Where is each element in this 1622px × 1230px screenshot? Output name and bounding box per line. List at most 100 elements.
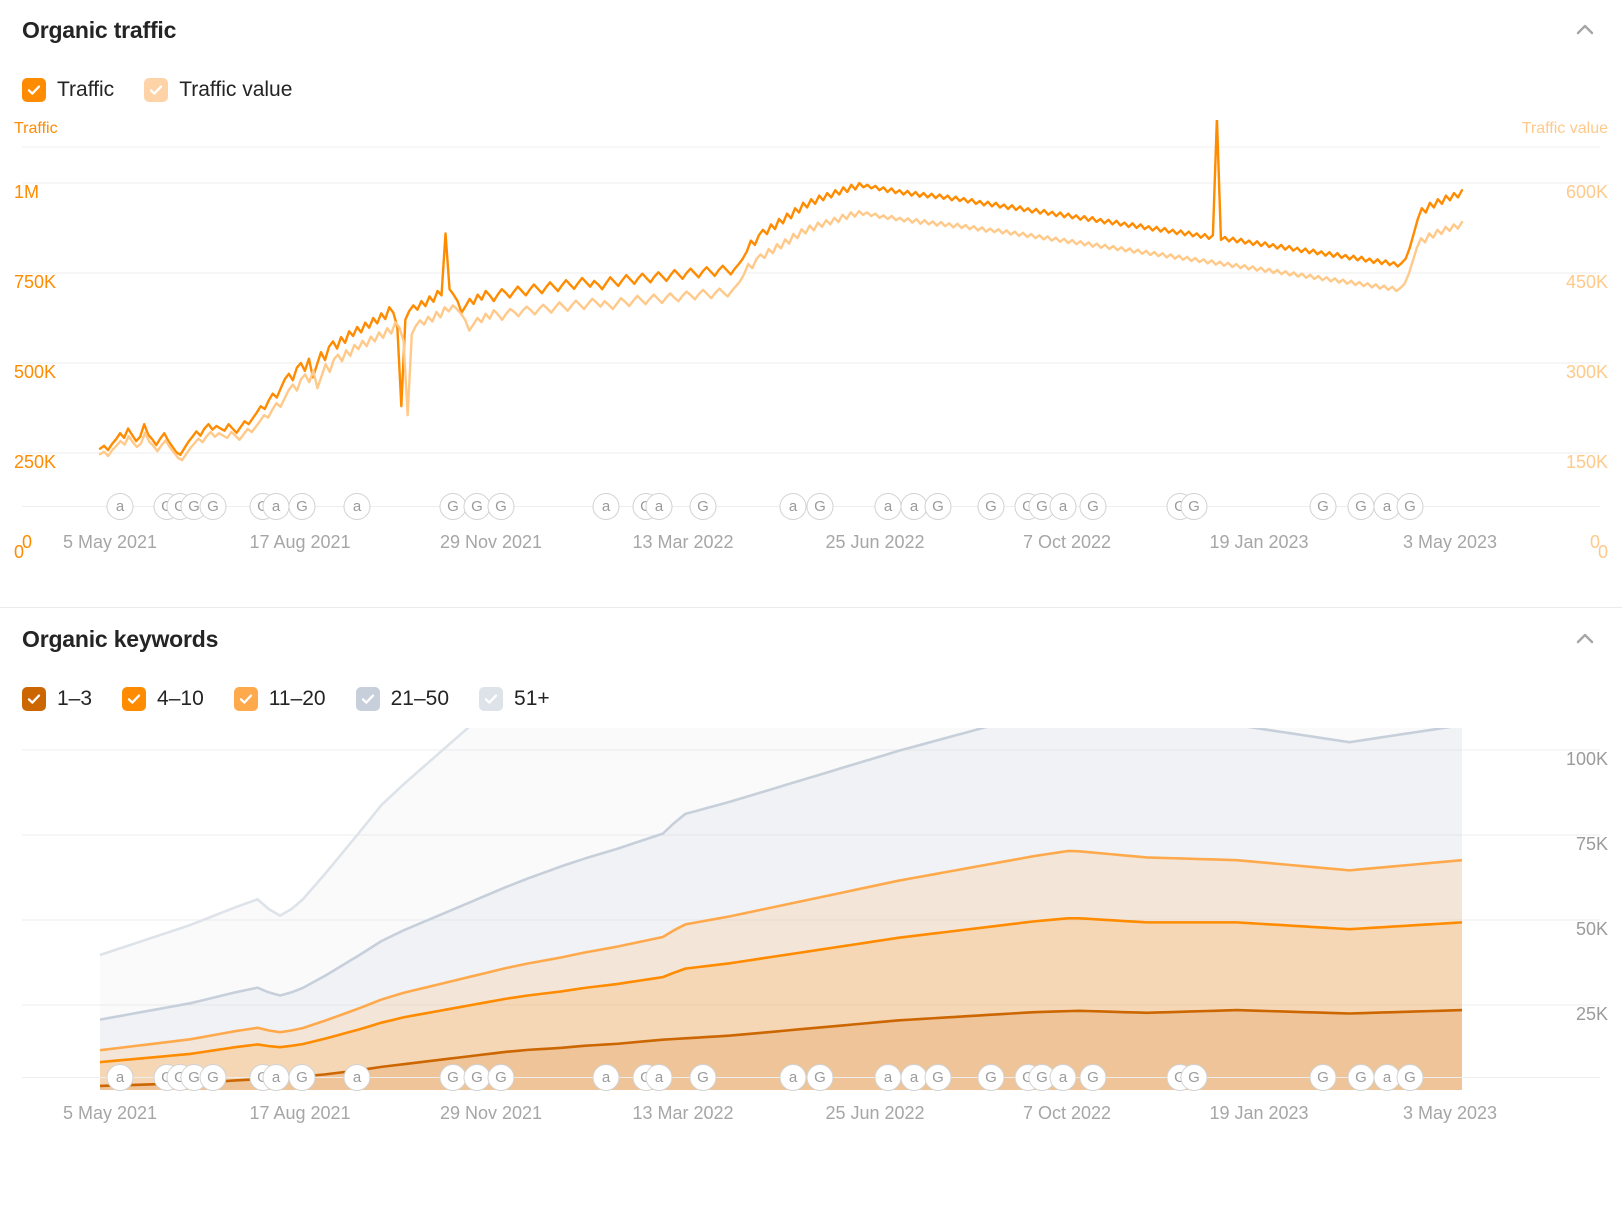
chevron-up-icon[interactable] xyxy=(1570,624,1600,654)
event-marker-google-icon[interactable]: G xyxy=(977,1064,1005,1091)
legend-label-traffic: Traffic xyxy=(57,78,115,101)
event-marker-ahrefs-icon[interactable]: a xyxy=(779,1064,807,1091)
event-marker-google-icon[interactable]: G xyxy=(1347,493,1375,520)
event-marker-google-icon[interactable]: G xyxy=(463,1064,491,1091)
event-marker-google-icon[interactable]: G xyxy=(288,1064,316,1091)
event-marker-ahrefs-icon[interactable]: a xyxy=(874,1064,902,1091)
y-tick-right-zero: 0 xyxy=(1589,532,1600,552)
x-axis-label: 7 Oct 2022 xyxy=(1022,1103,1112,1123)
checkbox-4-10[interactable] xyxy=(122,687,147,711)
event-marker-google-icon[interactable]: G xyxy=(924,1064,952,1091)
traffic-event-markers: aGGGGGaGaGGGaGaGaGaaGGGGaGGGGGaG xyxy=(0,493,1622,523)
event-marker-google-icon[interactable]: G xyxy=(439,493,467,520)
event-marker-google-icon[interactable]: G xyxy=(1079,493,1107,520)
event-marker-ahrefs-icon[interactable]: a xyxy=(106,493,134,520)
event-marker-ahrefs-icon[interactable]: a xyxy=(900,1064,928,1091)
event-marker-google-icon[interactable]: G xyxy=(288,493,316,520)
event-marker-google-icon[interactable]: G xyxy=(439,1064,467,1091)
keywords-plot-area xyxy=(0,728,1622,1090)
x-axis-label: 13 Mar 2022 xyxy=(632,1103,734,1123)
x-axis-label: 3 May 2023 xyxy=(1402,1103,1498,1123)
event-marker-ahrefs-icon[interactable]: a xyxy=(1049,1064,1077,1091)
x-axis-label: 19 Jan 2023 xyxy=(1209,532,1309,552)
checkbox-traffic-value[interactable] xyxy=(144,78,169,102)
event-marker-ahrefs-icon[interactable]: a xyxy=(262,493,290,520)
legend-label-51-plus: 51+ xyxy=(514,687,550,710)
event-marker-google-icon[interactable]: G xyxy=(977,493,1005,520)
x-axis-label: 7 Oct 2022 xyxy=(1022,532,1112,552)
event-marker-google-icon[interactable]: G xyxy=(924,493,952,520)
legend-item-51-plus[interactable]: 51+ xyxy=(479,687,550,711)
event-marker-ahrefs-icon[interactable]: a xyxy=(343,1064,371,1091)
event-marker-ahrefs-icon[interactable]: a xyxy=(1049,493,1077,520)
legend-item-11-20[interactable]: 11–20 xyxy=(233,687,326,711)
event-marker-google-icon[interactable]: G xyxy=(1309,1064,1337,1091)
event-marker-google-icon[interactable]: G xyxy=(199,1064,227,1091)
organic-traffic-chart: Traffic Traffic value 1M 750K 500K 250K … xyxy=(0,120,1622,607)
event-marker-ahrefs-icon[interactable]: a xyxy=(874,493,902,520)
legend-item-21-50[interactable]: 21–50 xyxy=(355,687,450,711)
event-marker-google-icon[interactable]: G xyxy=(1180,493,1208,520)
event-marker-google-icon[interactable]: G xyxy=(689,493,717,520)
checkbox-1-3[interactable] xyxy=(22,687,46,711)
x-axis-label: 29 Nov 2021 xyxy=(439,532,543,552)
x-axis-label: 17 Aug 2021 xyxy=(249,532,351,552)
event-marker-google-icon[interactable]: G xyxy=(199,493,227,520)
event-marker-ahrefs-icon[interactable]: a xyxy=(262,1064,290,1091)
x-axis-label: 17 Aug 2021 xyxy=(249,1103,351,1123)
checkbox-21-50[interactable] xyxy=(355,687,380,711)
event-marker-google-icon[interactable]: G xyxy=(487,493,515,520)
x-axis-label: 19 Jan 2023 xyxy=(1209,1103,1309,1123)
legend-label-1-3: 1–3 xyxy=(57,687,93,710)
event-marker-google-icon[interactable]: G xyxy=(689,1064,717,1091)
organic-keywords-header: Organic keywords xyxy=(0,608,1622,670)
event-marker-ahrefs-icon[interactable]: a xyxy=(343,493,371,520)
legend-item-4-10[interactable]: 4–10 xyxy=(122,687,204,711)
legend-label-21-50: 21–50 xyxy=(390,687,450,710)
organic-metrics-page: Organic traffic Traffic Traffic value Tr… xyxy=(0,0,1622,1230)
x-axis-label: 25 Jun 2022 xyxy=(825,1103,925,1123)
event-marker-google-icon[interactable]: G xyxy=(1396,493,1424,520)
legend-label-11-20: 11–20 xyxy=(268,687,326,710)
checkbox-51-plus[interactable] xyxy=(479,687,504,711)
traffic-plot-area xyxy=(0,120,1622,520)
event-marker-ahrefs-icon[interactable]: a xyxy=(645,1064,673,1091)
legend-item-traffic[interactable]: Traffic xyxy=(22,78,114,102)
x-axis-label: 29 Nov 2021 xyxy=(439,1103,543,1123)
organic-traffic-header: Organic traffic xyxy=(0,0,1622,60)
event-marker-google-icon[interactable]: G xyxy=(1180,1064,1208,1091)
checkbox-11-20[interactable] xyxy=(233,687,258,711)
x-axis-label: 13 Mar 2022 xyxy=(632,532,734,552)
chevron-up-icon[interactable] xyxy=(1570,15,1600,45)
traffic-legend: Traffic Traffic value xyxy=(0,60,1622,120)
x-axis-label: 3 May 2023 xyxy=(1402,532,1498,552)
event-marker-ahrefs-icon[interactable]: a xyxy=(592,493,620,520)
y-tick-left-zero: 0 xyxy=(22,532,33,552)
page-title-organic-keywords: Organic keywords xyxy=(22,625,219,652)
event-marker-ahrefs-icon[interactable]: a xyxy=(106,1064,134,1091)
organic-traffic-panel: Organic traffic Traffic Traffic value Tr… xyxy=(0,0,1622,607)
page-title-organic-traffic: Organic traffic xyxy=(22,16,177,43)
x-axis-label: 25 Jun 2022 xyxy=(825,532,925,552)
event-marker-google-icon[interactable]: G xyxy=(1309,493,1337,520)
event-marker-ahrefs-icon[interactable]: a xyxy=(645,493,673,520)
x-axis-label: 5 May 2021 xyxy=(62,532,158,552)
event-marker-google-icon[interactable]: G xyxy=(1079,1064,1107,1091)
legend-label-4-10: 4–10 xyxy=(157,687,204,710)
event-marker-google-icon[interactable]: G xyxy=(806,493,834,520)
organic-keywords-chart: 100K 75K 50K 25K aGGGGGaGaGGGaGaGaGaaGGG… xyxy=(0,728,1622,1230)
x-axis-label: 5 May 2021 xyxy=(62,1103,158,1123)
event-marker-ahrefs-icon[interactable]: a xyxy=(592,1064,620,1091)
event-marker-google-icon[interactable]: G xyxy=(487,1064,515,1091)
legend-item-traffic-value[interactable]: Traffic value xyxy=(144,78,292,102)
event-marker-google-icon[interactable]: G xyxy=(463,493,491,520)
legend-item-1-3[interactable]: 1–3 xyxy=(22,687,92,711)
event-marker-google-icon[interactable]: G xyxy=(1396,1064,1424,1091)
legend-label-traffic-value: Traffic value xyxy=(179,78,293,101)
event-marker-ahrefs-icon[interactable]: a xyxy=(900,493,928,520)
checkbox-traffic[interactable] xyxy=(22,78,46,102)
event-marker-ahrefs-icon[interactable]: a xyxy=(779,493,807,520)
event-marker-google-icon[interactable]: G xyxy=(806,1064,834,1091)
event-marker-google-icon[interactable]: G xyxy=(1347,1064,1375,1091)
keywords-legend: 1–3 4–10 11–20 21–50 51+ xyxy=(0,670,1622,728)
